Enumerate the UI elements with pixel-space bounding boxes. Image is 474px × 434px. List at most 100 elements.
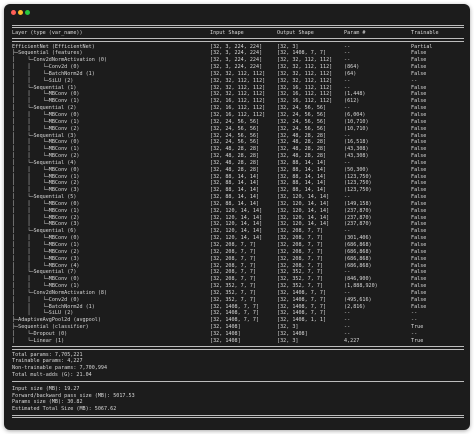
table-row-cell: [32, 3] <box>277 324 299 331</box>
table-row: │ │ └─BatchNorm2d (1) [32, 1408, 7, 7] [32… <box>12 304 464 311</box>
table-row-cell: [32, 32, 112, 112] <box>210 91 266 98</box>
table-row-cell: -- <box>344 228 351 235</box>
table-header-row-cell: Output Shape <box>277 29 314 36</box>
table-row-cell: [32, 1408, 7, 7] <box>210 310 260 317</box>
summary-line: Trainable params: 4,227 <box>12 358 83 365</box>
table-row-cell: False <box>411 98 427 105</box>
table-row-cell: False <box>411 283 427 290</box>
table-row-cell: [32, 208, 7, 7] <box>210 269 257 276</box>
table-row-cell: -- <box>411 330 418 337</box>
table-row-cell: [32, 88, 14, 14] <box>210 173 260 180</box>
table-row-cell: False <box>411 166 427 173</box>
table-row: │ │ └─MBConv (2) [32, 208, 7, 7] [32, 208,… <box>12 249 464 256</box>
table-row-cell: (43,308) <box>344 146 369 153</box>
table-row-cell: False <box>411 57 427 64</box>
table-row: │ └─Conv2dNormActivation (8) [32, 352, 7,… <box>12 290 464 297</box>
table-row-cell: -- <box>344 269 351 276</box>
table-header-row-cell: Trainable <box>411 29 439 36</box>
table-row-cell: │ │ └─MBConv (0) <box>12 111 80 118</box>
table-row-cell: │ └─Linear (1) <box>12 337 65 344</box>
table-row-cell: [32, 3, 224, 224] <box>210 50 263 57</box>
table-row-cell: [32, 1408] <box>210 330 241 337</box>
table-row-cell: │ │ └─MBConv (1) <box>12 146 80 153</box>
table-row-cell: [32, 1408, 7, 7] <box>210 317 260 324</box>
table-row-cell: [32, 3, 224, 224] <box>210 64 263 71</box>
table-row-cell: (43,308) <box>344 153 369 160</box>
table-row-cell: -- <box>411 317 418 324</box>
table-row-cell: False <box>411 276 427 283</box>
table-row-cell: True <box>411 337 424 344</box>
table-row-cell: False <box>411 289 427 296</box>
table-row-cell: (2,816) <box>344 303 366 310</box>
table-row-cell: [32, 88, 14, 14] <box>277 166 327 173</box>
table-row-cell: False <box>411 111 427 118</box>
table-row: │ │ └─MBConv (0) [32, 16, 112, 112] [32, 2… <box>12 112 464 119</box>
table-row-cell: [32, 3] <box>277 337 299 344</box>
table-row-cell: [32, 88, 14, 14] <box>210 180 260 187</box>
table-row-cell: False <box>411 84 427 91</box>
table-row: │ │ └─MBConv (4) [32, 208, 7, 7] [32, 208,… <box>12 263 464 270</box>
table-row-cell: (686,868) <box>344 255 372 262</box>
table-row-cell: [32, 1408, 7, 7] <box>277 310 327 317</box>
table-row-cell: [32, 3] <box>277 43 299 50</box>
table-row-cell: [32, 120, 14, 14] <box>277 221 330 228</box>
table-row-cell: [32, 208, 7, 7] <box>277 262 324 269</box>
table-row-cell: [32, 120, 14, 14] <box>210 214 263 221</box>
size-line: Params size (MB): 30.82 <box>12 399 83 406</box>
table-row-cell: False <box>411 70 427 77</box>
table-row-cell: [32, 32, 112, 112] <box>210 77 266 84</box>
table-row-cell: False <box>411 303 427 310</box>
table-row-cell: False <box>411 262 427 269</box>
table-row-cell: │ │ └─MBConv (1) <box>12 118 80 125</box>
table-row-cell: False <box>411 159 427 166</box>
table-row-cell: [32, 120, 14, 14] <box>210 221 263 228</box>
summary-line: Non-trainable params: 7,700,994 <box>12 365 108 372</box>
table-row-cell: [32, 208, 7, 7] <box>277 235 324 242</box>
table-row-cell: (50,300) <box>344 166 369 173</box>
table-row-cell: (237,870) <box>344 214 372 221</box>
table-row-cell: (1,888,920) <box>344 283 378 290</box>
table-row: │ │ └─BatchNorm2d (1) [32, 32, 112, 112] [… <box>12 71 464 78</box>
table-row-cell: -- <box>344 57 351 64</box>
table-row-cell: [32, 32, 112, 112] <box>277 70 333 77</box>
table-row: │ └─Sequential (7) [32, 208, 7, 7] [32, 35… <box>12 269 464 276</box>
double-rule-divider <box>12 23 464 30</box>
table-row-cell: │ │ └─MBConv (0) <box>12 235 80 242</box>
table-row-cell: (1,448) <box>344 91 366 98</box>
table-row-cell: False <box>411 187 427 194</box>
table-row-cell: False <box>411 180 427 187</box>
table-row-cell: [32, 120, 14, 14] <box>210 235 263 242</box>
close-window-button[interactable] <box>11 10 16 15</box>
table-row-cell: False <box>411 173 427 180</box>
table-row-cell: [32, 24, 56, 56] <box>210 139 260 146</box>
table-row-cell: -- <box>344 289 351 296</box>
minimize-window-button[interactable] <box>18 10 23 15</box>
table-row-cell: [32, 208, 7, 7] <box>210 276 257 283</box>
table-row: │ │ └─MBConv (1) [32, 16, 112, 112] [32, 1… <box>12 98 464 105</box>
table-row: │ │ └─MBConv (0) [32, 120, 14, 14] [32, 20… <box>12 235 464 242</box>
table-row: │ │ └─MBConv (1) [32, 120, 14, 14] [32, 12… <box>12 208 464 215</box>
table-row: │ │ └─MBConv (1) [32, 208, 7, 7] [32, 208,… <box>12 242 464 249</box>
table-row-cell: (686,868) <box>344 248 372 255</box>
table-row-cell: (864) <box>344 64 360 71</box>
table-row-cell: -- <box>344 77 351 84</box>
table-row-cell: [32, 1408, 1, 1] <box>277 317 327 324</box>
table-header-row-cell: Param # <box>344 29 366 36</box>
table-row: │ └─Linear (1) [32, 1408] [32, 3] 4,227 True <box>12 338 464 345</box>
zoom-window-button[interactable] <box>25 10 30 15</box>
table-row-cell: [32, 3, 224, 224] <box>210 57 263 64</box>
table-row-cell: [32, 208, 7, 7] <box>277 228 324 235</box>
terminal-window: Layer (type (var_name)) Input Shape Output… <box>4 4 470 430</box>
table-header-row-cell: Layer (type (var_name)) <box>12 29 83 36</box>
table-row-cell: -- <box>344 159 351 166</box>
table-row-cell: [32, 120, 14, 14] <box>277 194 330 201</box>
table-row-cell: [32, 120, 14, 14] <box>277 214 330 221</box>
double-rule-divider <box>12 413 464 420</box>
table-row-cell: False <box>411 242 427 248</box>
table-row-cell: (64) <box>344 70 357 77</box>
table-row-cell: [32, 88, 14, 14] <box>210 187 260 194</box>
table-row-cell: (10,710) <box>344 125 369 132</box>
table-row-cell: False <box>411 269 427 276</box>
table-row-cell: [32, 24, 56, 56] <box>277 118 327 125</box>
table-row-cell: False <box>411 64 427 71</box>
